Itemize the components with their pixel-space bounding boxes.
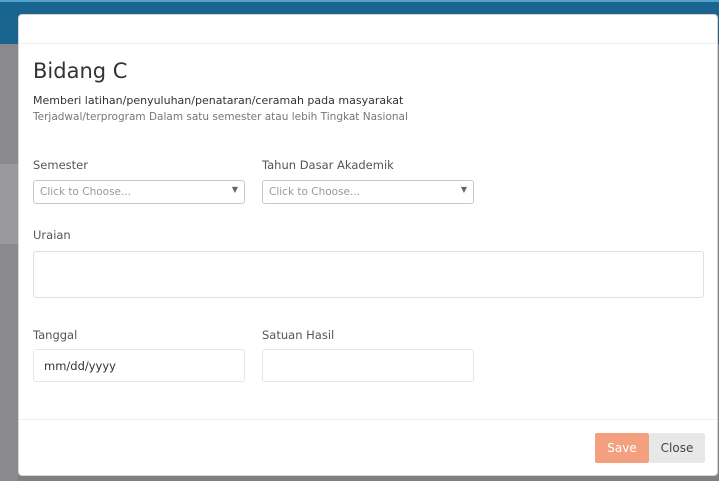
semester-label: Semester	[33, 158, 88, 172]
modal-description: Memberi latihan/penyuluhan/penataran/cer…	[33, 94, 404, 107]
modal-dialog: Bidang C Memberi latihan/penyuluhan/pena…	[18, 14, 718, 476]
tahun-select[interactable]: Click to Choose... ▼	[262, 180, 474, 204]
modal-subdescription: Terjadwal/terprogram Dalam satu semester…	[33, 111, 408, 123]
uraian-textarea[interactable]	[33, 251, 704, 298]
semester-select[interactable]: Click to Choose... ▼	[33, 180, 245, 204]
satuan-label: Satuan Hasil	[262, 328, 335, 342]
modal-footer-divider	[19, 419, 717, 420]
modal-title: Bidang C	[33, 59, 128, 83]
satuan-input[interactable]	[262, 349, 474, 382]
tahun-label: Tahun Dasar Akademik	[262, 158, 394, 172]
tahun-select-value: Click to Choose...	[269, 186, 361, 198]
caret-down-icon: ▼	[231, 185, 238, 194]
modal-header-divider	[19, 43, 717, 44]
save-button[interactable]: Save	[595, 433, 649, 463]
background-page	[0, 44, 18, 481]
caret-down-icon: ▼	[460, 185, 467, 194]
tanggal-input[interactable]: mm/dd/yyyy	[33, 349, 245, 382]
close-button[interactable]: Close	[649, 433, 705, 463]
semester-select-value: Click to Choose...	[40, 186, 132, 198]
uraian-label: Uraian	[33, 228, 71, 242]
tanggal-label: Tanggal	[33, 328, 78, 342]
